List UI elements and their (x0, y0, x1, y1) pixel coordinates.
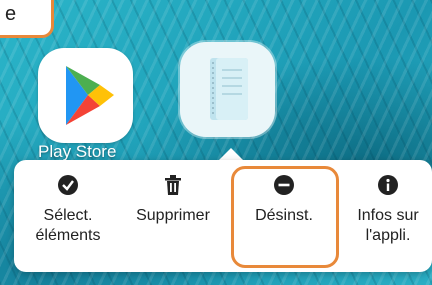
play-store-icon (66, 66, 114, 125)
app-icon-play-store[interactable] (38, 48, 133, 143)
uninstall-highlight-outline (231, 166, 339, 268)
trash-icon (165, 175, 181, 195)
menu-item-label: Infos sur l'appli. (357, 207, 419, 244)
check-circle-icon (58, 175, 78, 195)
menu-item-label: Sélect. éléments (35, 207, 101, 244)
menu-item-delete[interactable]: Supprimer (122, 160, 224, 272)
cropped-callout: e (0, 0, 54, 38)
app-label-play-store: Play Store (38, 142, 117, 161)
menu-item-app-info[interactable]: Infos sur l'appli. (344, 160, 432, 272)
app-context-menu: Sélect. éléments Supprimer Désinst. Info… (14, 160, 432, 272)
menu-item-label: Supprimer (136, 207, 210, 224)
menu-item-select-items[interactable]: Sélect. éléments (14, 160, 122, 272)
info-circle-icon (378, 175, 398, 195)
cropped-callout-text: e (5, 3, 17, 25)
notebook-icon (210, 58, 248, 120)
app-icon-notebook[interactable] (180, 42, 275, 137)
